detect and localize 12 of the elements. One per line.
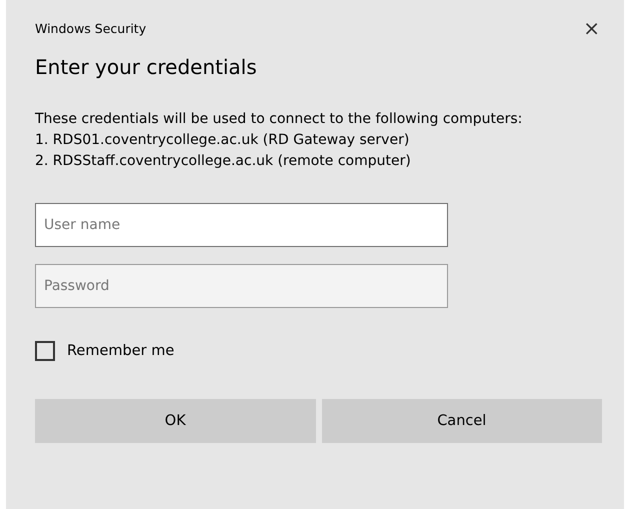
- close-button[interactable]: ×: [581, 16, 602, 40]
- remember-checkbox[interactable]: [35, 341, 55, 361]
- cancel-button[interactable]: Cancel: [322, 399, 602, 443]
- username-field[interactable]: User name: [35, 203, 448, 247]
- description-text: These credentials will be used to connect to the following computers:: [35, 110, 524, 129]
- computer-item: 2. RDSStaff.coventrycollege.ac.uk (remote computer): [35, 152, 412, 171]
- ok-button[interactable]: OK: [35, 399, 316, 443]
- computer-item: 1. RDS01.coventrycollege.ac.uk (RD Gateway server): [35, 131, 410, 150]
- window-title: Windows Security: [35, 20, 146, 36]
- password-field[interactable]: Password: [35, 264, 448, 308]
- dialog-heading: Enter your credentials: [35, 55, 258, 79]
- checkbox-label: Remember me: [67, 343, 174, 359]
